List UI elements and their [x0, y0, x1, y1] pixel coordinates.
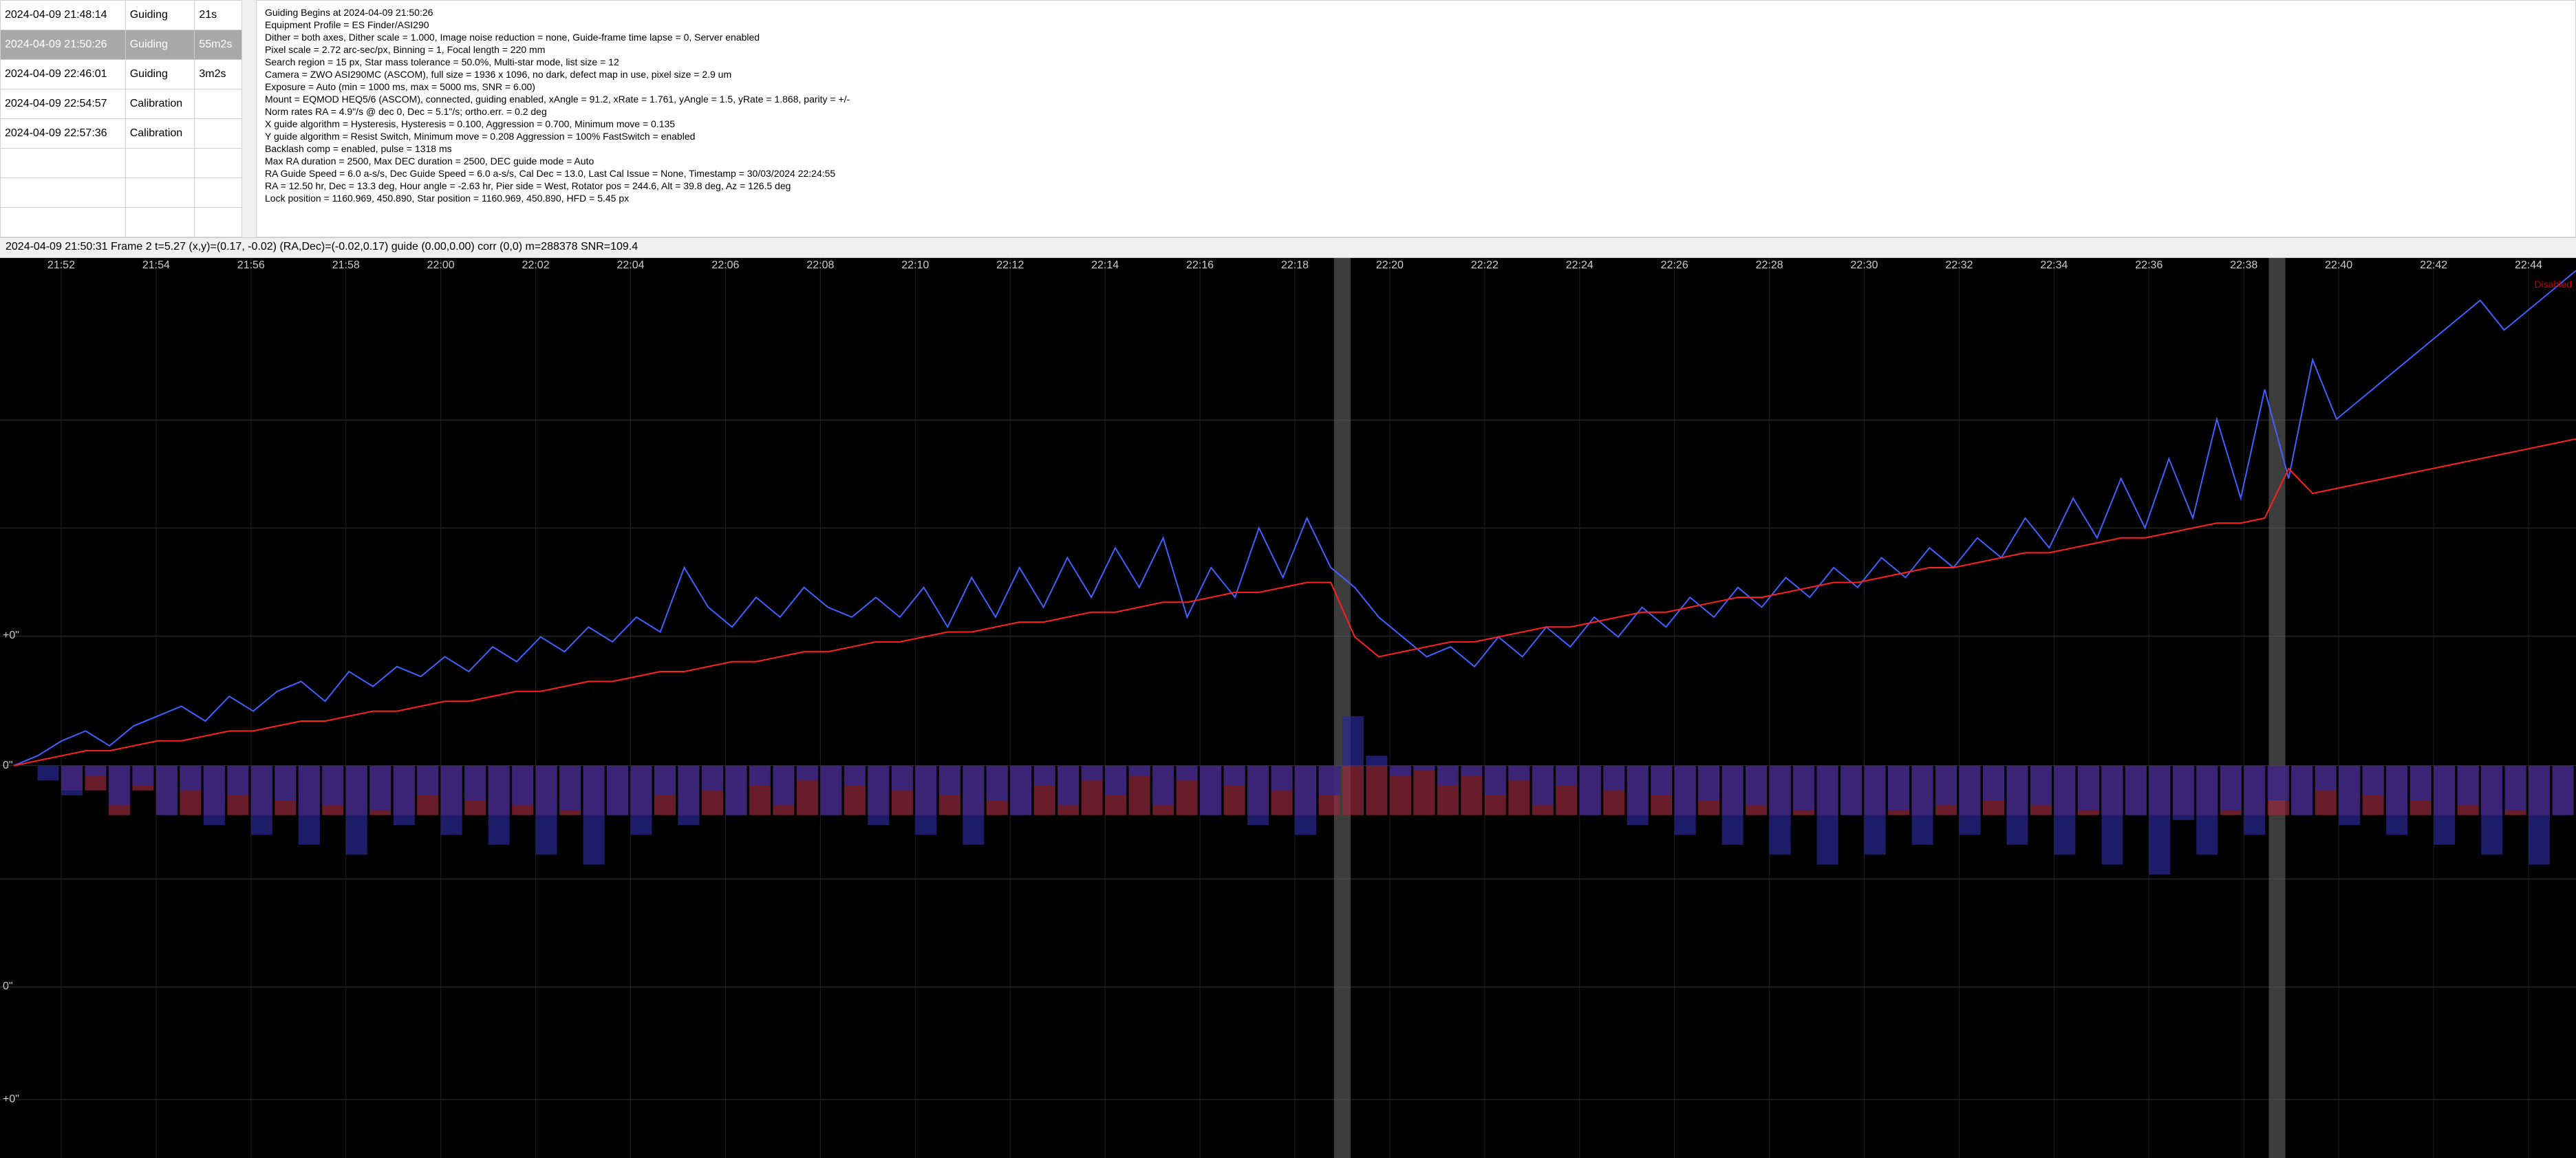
time-tick: 22:30	[1851, 259, 1878, 272]
time-axis: 21:52 21:54 21:56 21:58 22:00 22:02 22:04 22:06…	[0, 258, 2576, 276]
time-tick: 22:38	[2230, 259, 2257, 272]
time-tick: 21:52	[47, 259, 75, 272]
time-tick: 22:40	[2325, 259, 2352, 272]
time-tick: 21:54	[142, 259, 170, 272]
time-tick: 22:02	[522, 259, 550, 272]
time-tick: 22:00	[427, 259, 455, 272]
time-tick: 22:16	[1186, 259, 1214, 272]
session-row[interactable]: 2024-04-09 22:54:57Calibration	[1, 89, 242, 119]
session-row[interactable]: 2024-04-09 22:46:01Guiding3m2s	[1, 60, 242, 89]
time-tick: 22:18	[1281, 259, 1309, 272]
y-tick: 0"	[3, 980, 13, 993]
time-tick: 22:10	[901, 259, 929, 272]
time-tick: 22:24	[1566, 259, 1593, 272]
time-tick: 21:58	[332, 259, 360, 272]
session-table[interactable]: 2024-04-09 21:48:14Guiding21s2024-04-09 …	[0, 0, 242, 237]
time-tick: 22:06	[711, 259, 739, 272]
time-tick: 22:28	[1756, 259, 1783, 272]
y-tick: +0"	[3, 630, 19, 642]
status-text: 2024-04-09 21:50:31 Frame 2 t=5.27 (x,y)…	[6, 241, 638, 253]
disabled-label: Disabled	[2535, 279, 2572, 290]
session-row[interactable]: 2024-04-09 22:57:36Calibration	[1, 119, 242, 149]
top-region: 2024-04-09 21:48:14Guiding21s2024-04-09 …	[0, 0, 2576, 237]
time-tick: 22:32	[1945, 259, 1973, 272]
session-row[interactable]: 2024-04-09 21:48:14Guiding21s	[1, 1, 242, 30]
session-row[interactable]: 2024-04-09 21:50:26Guiding55m2s	[1, 30, 242, 60]
time-tick: 22:14	[1091, 259, 1119, 272]
time-tick: 22:44	[2515, 259, 2542, 272]
time-tick: 22:26	[1661, 259, 1688, 272]
y-tick: 0"	[3, 760, 13, 772]
time-tick: 22:04	[616, 259, 644, 272]
y-tick: +0"	[3, 1093, 19, 1106]
session-info-panel: Guiding Begins at 2024-04-09 21:50:26 Eq…	[256, 0, 2576, 237]
time-tick: 21:56	[237, 259, 265, 272]
guide-chart[interactable]: 21:52 21:54 21:56 21:58 22:00 22:02 22:04 22:06…	[0, 258, 2576, 1158]
status-bar: 2024-04-09 21:50:31 Frame 2 t=5.27 (x,y)…	[0, 237, 2576, 258]
time-tick: 22:20	[1376, 259, 1404, 272]
time-tick: 22:34	[2040, 259, 2068, 272]
time-tick: 22:36	[2135, 259, 2162, 272]
time-tick: 22:22	[1471, 259, 1499, 272]
time-tick: 22:42	[2420, 259, 2447, 272]
time-tick: 22:08	[806, 259, 834, 272]
time-tick: 22:12	[996, 259, 1024, 272]
